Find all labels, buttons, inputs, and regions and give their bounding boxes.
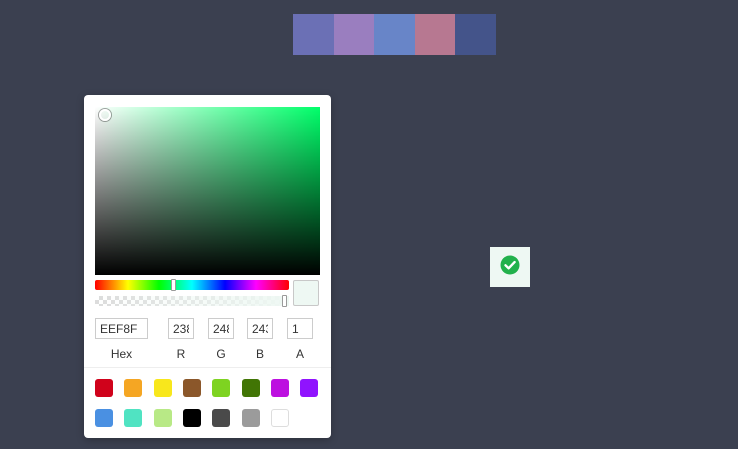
preset-swatch-3[interactable]: [153, 379, 172, 397]
red-field-group: R: [168, 318, 194, 361]
blue-input[interactable]: [247, 318, 273, 339]
preset-swatch-7[interactable]: [270, 379, 289, 397]
hex-field-group: Hex: [95, 318, 148, 361]
color-picker-panel: Hex R G B A: [84, 95, 331, 438]
hue-slider[interactable]: [95, 279, 289, 291]
palette-swatch-2[interactable]: [333, 14, 375, 55]
preset-swatch-15[interactable]: [270, 409, 289, 427]
hex-label: Hex: [110, 347, 133, 361]
check-circle-icon: [500, 255, 520, 280]
color-palette: [293, 14, 496, 55]
preset-swatch-12[interactable]: [182, 409, 201, 427]
preset-swatch-11[interactable]: [153, 409, 172, 427]
green-input[interactable]: [208, 318, 234, 339]
preset-divider: [84, 367, 331, 368]
preset-swatch-10[interactable]: [124, 409, 143, 427]
red-input[interactable]: [168, 318, 194, 339]
alpha-field-group: A: [287, 318, 313, 361]
preset-swatch-14[interactable]: [241, 409, 260, 427]
saturation-area[interactable]: [95, 107, 320, 275]
preset-swatch-13[interactable]: [212, 409, 231, 427]
preset-swatch-6[interactable]: [241, 379, 260, 397]
palette-swatch-4[interactable]: [414, 14, 456, 55]
preset-swatch-8[interactable]: [300, 379, 319, 397]
preset-swatch-2[interactable]: [124, 379, 143, 397]
blue-label: B: [255, 347, 264, 361]
preset-swatch-4[interactable]: [182, 379, 201, 397]
preset-swatch-9[interactable]: [95, 409, 113, 427]
alpha-input[interactable]: [287, 318, 313, 339]
green-field-group: G: [208, 318, 234, 361]
red-label: R: [176, 347, 186, 361]
palette-swatch-1[interactable]: [293, 14, 334, 55]
green-label: G: [216, 347, 226, 361]
blue-field-group: B: [247, 318, 273, 361]
alpha-slider[interactable]: [95, 295, 289, 307]
palette-swatch-3[interactable]: [374, 14, 415, 55]
preset-swatch-5[interactable]: [212, 379, 231, 397]
saturation-cursor[interactable]: [99, 109, 111, 121]
hex-input[interactable]: [95, 318, 148, 339]
selected-color-status: [490, 247, 530, 287]
alpha-label: A: [295, 347, 304, 361]
alpha-slider-thumb[interactable]: [282, 295, 287, 307]
hue-slider-thumb[interactable]: [170, 279, 176, 291]
color-preview-swatch: [293, 280, 319, 306]
palette-swatch-5[interactable]: [455, 14, 496, 55]
preset-swatch-1[interactable]: [95, 379, 113, 397]
